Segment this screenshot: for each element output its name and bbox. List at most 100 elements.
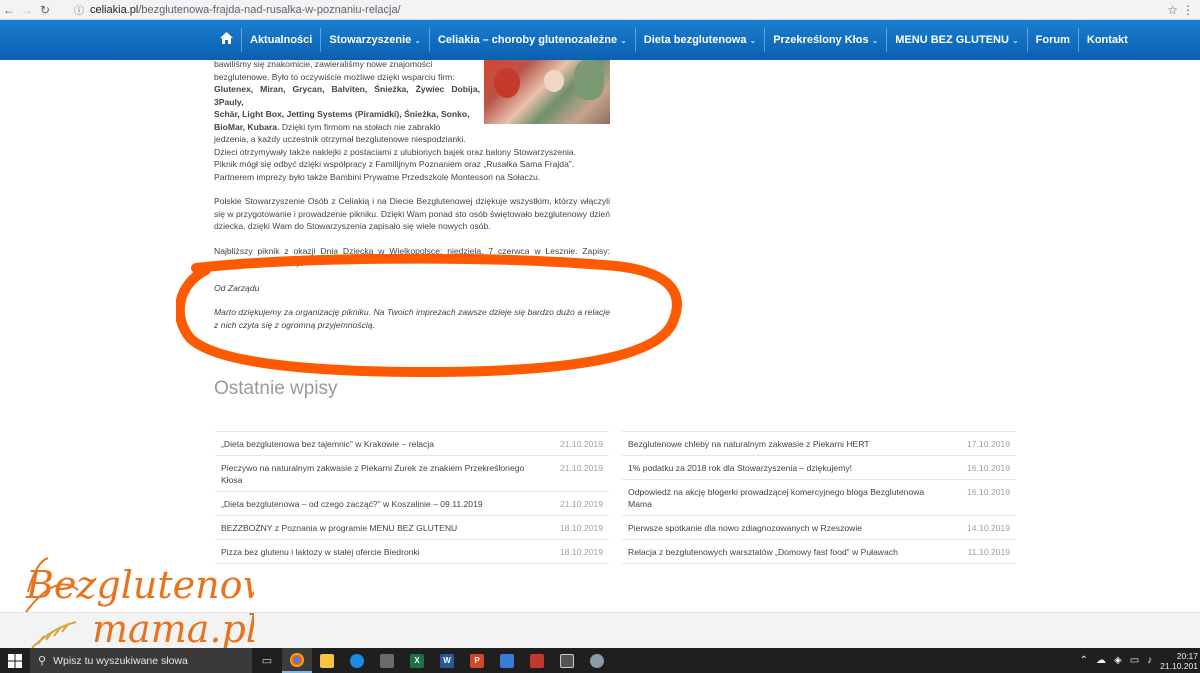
- reload-icon[interactable]: ↻: [36, 3, 54, 17]
- recent-post-link[interactable]: Pierwsze spotkanie dla nowo zdiagnozowan…: [628, 522, 938, 534]
- browser-toolbar: ← → ↻ ⓘ celiakia.pl/bezglutenowa-frajda-…: [0, 0, 1200, 20]
- article-text: Dzieci otrzymywały także naklejki z post…: [214, 146, 577, 157]
- forward-icon[interactable]: →: [18, 3, 36, 17]
- edge-icon[interactable]: [342, 648, 372, 673]
- recent-post-date: 21.10.2019: [559, 439, 603, 449]
- article-text: . Dzięki tym firmom na stołach nie zabra…: [277, 121, 441, 132]
- nav-item-przekreślony-kłos[interactable]: Przekreślony Kłos ⌄: [765, 28, 888, 52]
- windows-taskbar: ⚲ Wpisz tu wyszukiwane słowa ▭ X W P ⌃ ☁…: [0, 648, 1200, 673]
- lock-icon: ⓘ: [74, 6, 84, 17]
- recent-post-link[interactable]: „Dieta bezglutenowa bez tajemnic” w Krak…: [221, 438, 531, 450]
- recent-post-row[interactable]: Relacja z bezglutenowych warsztatów „Dom…: [622, 540, 1016, 564]
- nav-item-label: MENU BEZ GLUTENU: [895, 34, 1009, 46]
- recent-post-date: 16.10.2019: [966, 463, 1010, 473]
- task-view-icon[interactable]: ▭: [252, 648, 282, 673]
- chrome-icon[interactable]: [282, 648, 312, 673]
- home-icon[interactable]: [214, 28, 242, 52]
- recent-post-link[interactable]: Relacja z bezglutenowych warsztatów „Dom…: [628, 546, 938, 558]
- back-icon[interactable]: ←: [0, 3, 18, 17]
- recent-post-row[interactable]: Odpowiedź na akcję blogerki prowadzącej …: [622, 480, 1016, 516]
- article-body: bawiliśmy się znakomicie, zawieraliśmy n…: [214, 59, 610, 343]
- recent-post-link[interactable]: 1% podatku za 2018 rok dla Stowarzyszeni…: [628, 462, 938, 474]
- store-icon[interactable]: [372, 648, 402, 673]
- recent-post-row[interactable]: „Dieta bezglutenowa – od czego zacząć?” …: [215, 492, 609, 516]
- recent-post-link[interactable]: Pieczywo na naturalnym zakwasie z Piekar…: [221, 462, 531, 486]
- network-cloud-icon[interactable]: ☁: [1096, 655, 1106, 666]
- bookmark-star-icon[interactable]: ☆: [1167, 3, 1178, 17]
- nav-item-dieta-bezglutenowa[interactable]: Dieta bezglutenowa ⌄: [636, 28, 766, 52]
- nav-item-aktualności[interactable]: Aktualności: [242, 28, 322, 52]
- windows-start-icon[interactable]: [0, 648, 30, 673]
- recent-posts-right-column: Bezglutenowe chleby na naturalnym zakwas…: [622, 431, 1016, 564]
- nav-item-label: Przekreślony Kłos: [773, 34, 869, 46]
- article-text: bezglutenowe. Było to oczywiście możliwe…: [214, 71, 455, 82]
- chevron-down-icon: ⌄: [414, 36, 421, 45]
- excel-icon[interactable]: X: [402, 648, 432, 673]
- sponsors-text: BioMar, Kubara: [214, 121, 278, 132]
- nav-item-label: Forum: [1035, 34, 1070, 46]
- recent-posts-title: Ostatnie wpisy: [214, 378, 338, 399]
- browser-menu-icon[interactable]: ⋮: [1182, 3, 1194, 17]
- recent-post-row[interactable]: Pizza bez glutenu i laktozy w stałej ofe…: [215, 540, 609, 564]
- taskbar-clock[interactable]: 20:17 21.10.201: [1160, 651, 1200, 671]
- recent-post-row[interactable]: BEZZBOŻNY z Poznania w programie MENU BE…: [215, 516, 609, 540]
- recent-post-date: 16.10.2019: [966, 487, 1010, 497]
- recent-post-link[interactable]: BEZZBOŻNY z Poznania w programie MENU BE…: [221, 522, 531, 534]
- recent-post-link[interactable]: Pizza bez glutenu i laktozy w stałej ofe…: [221, 546, 531, 558]
- recent-post-date: 18.10.2019: [559, 547, 603, 557]
- nav-item-label: Aktualności: [250, 34, 313, 46]
- recent-post-link[interactable]: „Dieta bezglutenowa – od czego zacząć?” …: [221, 498, 531, 510]
- recent-post-row[interactable]: Pieczywo na naturalnym zakwasie z Piekar…: [215, 456, 609, 492]
- recent-post-date: 21.10.2019: [559, 499, 603, 509]
- file-explorer-icon[interactable]: [312, 648, 342, 673]
- recent-post-link[interactable]: Odpowiedź na akcję blogerki prowadzącej …: [628, 486, 938, 510]
- app-misc-icon[interactable]: [582, 648, 612, 673]
- volume-icon[interactable]: ♪: [1147, 655, 1152, 666]
- app-red-icon[interactable]: [522, 648, 552, 673]
- nav-item-forum[interactable]: Forum: [1028, 28, 1079, 52]
- article-text: Partnerem imprezy było także Bambini Pry…: [214, 171, 541, 182]
- remote-desktop-icon[interactable]: [492, 648, 522, 673]
- nav-item-label: Celiakia – choroby glutenozależne: [437, 34, 618, 46]
- chevron-down-icon: ⌄: [620, 36, 627, 45]
- recent-post-row[interactable]: Bezglutenowe chleby na naturalnym zakwas…: [622, 432, 1016, 456]
- system-tray: ⌃ ☁ ◈ ▭ ♪ 20:17 21.10.201: [1076, 648, 1200, 673]
- article-text: bawiliśmy się znakomicie, zawieraliśmy n…: [214, 59, 433, 69]
- dropbox-icon[interactable]: ◈: [1114, 655, 1122, 666]
- recent-post-date: 21.10.2019: [559, 463, 603, 473]
- sponsors-text: Schär, Light Box, Jetting Systems (Piram…: [214, 109, 470, 119]
- nav-item-kontakt[interactable]: Kontakt: [1079, 28, 1136, 52]
- nav-item-stowarzyszenie[interactable]: Stowarzyszenie ⌄: [321, 28, 430, 52]
- taskbar-search-input[interactable]: ⚲ Wpisz tu wyszukiwane słowa: [30, 648, 252, 673]
- thanks-paragraph: Marto dziękujemy za organizację pikniku.…: [214, 307, 610, 330]
- recent-post-date: 11.10.2019: [967, 547, 1010, 557]
- nav-item-label: Kontakt: [1086, 34, 1128, 46]
- svg-text:Bezglutenowa: Bezglutenowa: [25, 563, 254, 607]
- recent-post-date: 14.10.2019: [966, 523, 1010, 533]
- article-text: Piknik mógł się odbyć dzięki współpracy …: [214, 159, 575, 169]
- chevron-up-icon[interactable]: ⌃: [1080, 655, 1088, 666]
- photos-icon[interactable]: [552, 648, 582, 673]
- article-paragraph: Polskie Stowarzyszenie Osób z Celiakią i…: [214, 196, 610, 231]
- nav-item-menu-bez-glutenu[interactable]: MENU BEZ GLUTENU ⌄: [887, 28, 1028, 52]
- chevron-down-icon: ⌄: [1011, 36, 1019, 45]
- main-navigation: Aktualności Stowarzyszenie ⌄ Celiakia – cho…: [0, 20, 1200, 60]
- address-bar[interactable]: celiakia.pl/bezglutenowa-frajda-nad-rusa…: [90, 4, 401, 16]
- recent-post-row[interactable]: 1% podatku za 2018 rok dla Stowarzyszeni…: [622, 456, 1016, 480]
- recent-post-row[interactable]: „Dieta bezglutenowa bez tajemnic” w Krak…: [215, 432, 609, 456]
- recent-post-date: 17.10.2019: [966, 439, 1010, 449]
- sponsors-text: Glutenex, Miran, Grycan, Balviten, Śnież…: [214, 84, 480, 107]
- word-icon[interactable]: W: [432, 648, 462, 673]
- article-text: jedzenia, a każdy uczestnik otrzymał bez…: [214, 134, 466, 144]
- nav-item-celiakia-choroby-glutenozależne[interactable]: Celiakia – choroby glutenozależne ⌄: [430, 28, 636, 52]
- recent-post-link[interactable]: Bezglutenowe chleby na naturalnym zakwas…: [628, 438, 938, 450]
- recent-posts-left-column: „Dieta bezglutenowa bez tajemnic” w Krak…: [215, 431, 609, 564]
- display-icon[interactable]: ▭: [1130, 655, 1139, 666]
- powerpoint-icon[interactable]: P: [462, 648, 492, 673]
- search-icon: ⚲: [38, 655, 47, 667]
- chevron-down-icon: ⌄: [871, 36, 879, 45]
- svg-text:mama.pl: mama.pl: [92, 607, 254, 651]
- nav-item-label: Stowarzyszenie: [329, 34, 412, 46]
- chevron-down-icon: ⌄: [749, 36, 757, 45]
- recent-post-row[interactable]: Pierwsze spotkanie dla nowo zdiagnozowan…: [622, 516, 1016, 540]
